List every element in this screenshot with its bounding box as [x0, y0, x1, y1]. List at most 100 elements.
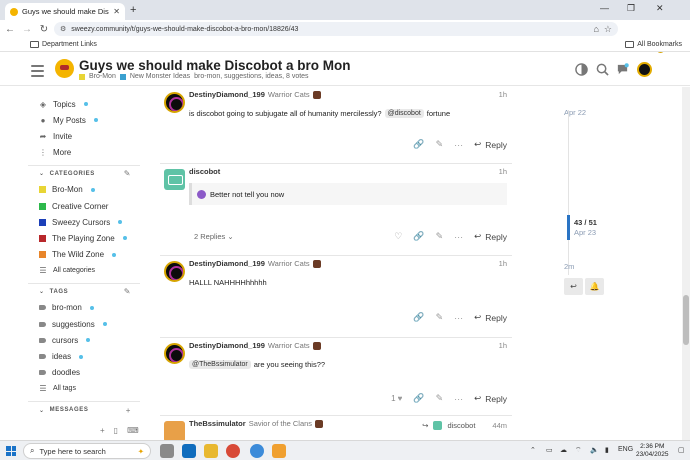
cloud-icon[interactable]: ☁ [560, 446, 567, 454]
sidebar-all-categories[interactable]: ☰ All categories [28, 263, 140, 279]
topic-tags[interactable]: bro-mon, suggestions, ideas, 8 votes [194, 73, 308, 80]
post-avatar[interactable] [164, 421, 185, 440]
sidebar-tag-bro-mon[interactable]: bro-mon [28, 300, 140, 316]
post-username[interactable]: DestinyDiamond_199 Warrior Cats [189, 259, 321, 268]
sidebar-item-my-posts[interactable]: ● My Posts [28, 112, 140, 128]
outlook-icon[interactable] [182, 444, 196, 458]
sidebar-tag-cursors[interactable]: cursors [28, 332, 140, 348]
post-time[interactable]: 1h [499, 341, 507, 350]
close-window-icon[interactable]: ✕ [656, 3, 664, 14]
reply-button[interactable]: ↩ Reply [474, 393, 507, 404]
file-explorer-icon[interactable] [204, 444, 218, 458]
copy-link-icon[interactable]: 🔗 [413, 312, 424, 323]
close-tab-icon[interactable]: ✕ [113, 7, 120, 16]
tags-heading[interactable]: ⌄ TAGS ✎ [28, 282, 140, 300]
more-options-icon[interactable]: ··· [454, 140, 463, 150]
post-username[interactable]: discobot [189, 167, 220, 176]
edit-pencil-icon[interactable]: ✎ [124, 287, 131, 296]
chat-icon[interactable] [616, 63, 629, 76]
url-text[interactable]: sweezy.community/t/guys-we-should-make-d… [71, 26, 588, 33]
wifi-icon[interactable]: ⌔ [575, 446, 582, 455]
windows-start-icon[interactable] [6, 446, 16, 456]
minimize-icon[interactable]: — [600, 3, 609, 13]
search-icon[interactable] [596, 63, 609, 76]
copy-link-icon[interactable]: 🔗 [413, 393, 424, 404]
maximize-icon[interactable]: ❐ [627, 3, 635, 14]
mobile-icon[interactable]: ▯ [114, 426, 118, 435]
new-message-plus-icon[interactable]: + [126, 406, 131, 415]
sidebar-item-topics[interactable]: ◈ Topics [28, 96, 140, 112]
like-count[interactable]: 1 ♥ [391, 394, 402, 403]
post-username[interactable]: TheBssimulator Savior of the Clans [189, 419, 324, 428]
add-icon[interactable]: + [100, 426, 105, 435]
chrome-active-icon[interactable] [250, 444, 264, 458]
language-indicator[interactable]: ENG [618, 446, 633, 453]
chrome-icon[interactable] [226, 444, 240, 458]
more-options-icon[interactable]: ··· [454, 313, 463, 323]
task-view-icon[interactable] [160, 444, 174, 458]
sidebar-category-the-playing-zone[interactable]: The Playing Zone [28, 230, 140, 246]
timeline-reply-button[interactable]: ↩ [564, 278, 583, 295]
post-username[interactable]: DestinyDiamond_199 Warrior Cats [189, 90, 321, 99]
discobot-avatar[interactable] [164, 169, 185, 190]
network-icon[interactable]: ▭ [546, 446, 553, 454]
post-avatar[interactable] [164, 343, 185, 364]
notifications-icon[interactable]: ▢ [678, 446, 685, 454]
timeline-track[interactable] [568, 110, 569, 275]
post-time[interactable]: 1h [499, 259, 507, 268]
subcategory-link[interactable]: New Monster Ideas [130, 73, 190, 80]
mention-link[interactable]: @discobot [384, 109, 424, 118]
more-options-icon[interactable]: ··· [454, 394, 463, 404]
tray-chevron-up-icon[interactable]: ⌃ [530, 446, 536, 454]
post-time[interactable]: 1h [499, 167, 507, 176]
messages-heading[interactable]: ⌄ MESSAGES + [28, 401, 140, 418]
hamburger-menu-icon[interactable] [31, 65, 44, 80]
url-bar[interactable]: ⚙ sweezy.community/t/guys-we-should-make… [54, 22, 618, 36]
bookmark-department-links[interactable]: Department Links [30, 41, 97, 48]
site-info-icon[interactable]: ⚙ [60, 25, 66, 33]
edit-pencil-icon[interactable]: ✎ [436, 312, 444, 323]
user-avatar[interactable] [637, 62, 652, 77]
categories-heading[interactable]: ⌄ CATEGORIES ✎ [28, 164, 140, 182]
scrollbar-thumb[interactable] [683, 295, 689, 345]
sidebar-tag-doodles[interactable]: doodles [28, 365, 140, 381]
like-heart-icon[interactable]: ♡ [394, 231, 402, 242]
edit-pencil-icon[interactable]: ✎ [436, 139, 444, 150]
copy-link-icon[interactable]: 🔗 [413, 139, 424, 150]
mention-link[interactable]: @TheBssimulator [189, 360, 251, 369]
sidebar-category-bro-mon[interactable]: Bro-Mon [28, 182, 140, 198]
volume-icon[interactable]: 🔈 [590, 446, 599, 454]
reply-to-meta[interactable]: ↪ discobot 44m [422, 421, 507, 430]
edit-pencil-icon[interactable]: ✎ [124, 169, 131, 178]
sidebar-item-more[interactable]: ⋮ More [28, 145, 140, 161]
battery-icon[interactable]: ▮ [605, 446, 609, 454]
system-clock[interactable]: 2:36 PM 23/04/2025 [636, 443, 669, 459]
page-scrollbar[interactable] [682, 87, 690, 440]
replies-toggle[interactable]: 2 Replies ⌄ [194, 232, 234, 241]
reply-button[interactable]: ↩ Reply [474, 312, 507, 323]
reload-icon[interactable]: ↻ [37, 24, 51, 35]
more-options-icon[interactable]: ··· [454, 232, 463, 242]
bookmark-star-icon[interactable]: ☆ [604, 24, 612, 35]
post-username[interactable]: DestinyDiamond_199 Warrior Cats [189, 341, 321, 350]
security-shield-icon[interactable] [272, 444, 286, 458]
keyboard-icon[interactable]: ⌨ [127, 426, 139, 435]
copy-link-icon[interactable]: 🔗 [413, 231, 424, 242]
sidebar-all-tags[interactable]: ☰ All tags [28, 381, 140, 397]
all-bookmarks[interactable]: All Bookmarks [625, 41, 682, 48]
sidebar-tag-suggestions[interactable]: suggestions [28, 316, 140, 332]
sidebar-category-the-wild-zone[interactable]: The Wild Zone [28, 247, 140, 263]
taskbar-search[interactable]: ⌕ Type here to search ✦ [23, 443, 151, 459]
browser-tab[interactable]: Guys we should make Discobot a bro ✕ [5, 3, 125, 20]
sidebar-category-sweezy-cursors[interactable]: Sweezy Cursors [28, 214, 140, 230]
reply-button[interactable]: ↩ Reply [474, 231, 507, 242]
forward-icon[interactable]: → [20, 24, 34, 35]
reply-button[interactable]: ↩ Reply [474, 139, 507, 150]
sidebar-category-creative-corner[interactable]: Creative Corner [28, 198, 140, 214]
translate-icon[interactable]: ⌂ [593, 24, 598, 34]
page-title[interactable]: Guys we should make Discobot a bro Mon [79, 58, 351, 73]
edit-pencil-icon[interactable]: ✎ [436, 393, 444, 404]
theme-toggle-icon[interactable] [575, 63, 588, 76]
edit-pencil-icon[interactable]: ✎ [436, 231, 444, 242]
back-icon[interactable]: ← [3, 24, 17, 35]
